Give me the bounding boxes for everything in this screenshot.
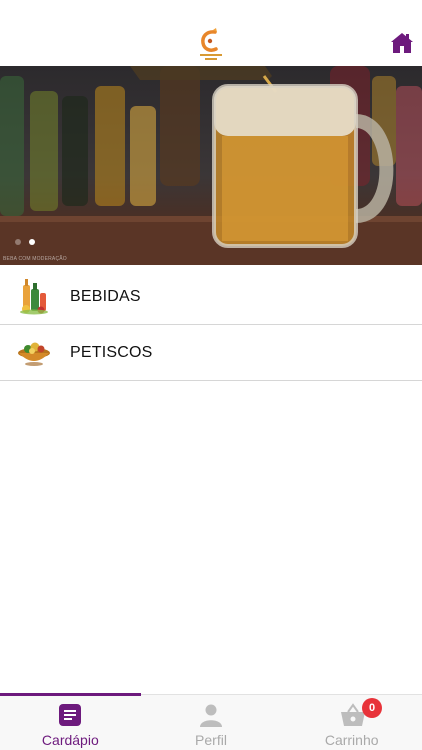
banner-watermark: BEBA COM MODERAÇÃO bbox=[3, 256, 67, 262]
category-item-bebidas[interactable]: BEBIDAS bbox=[0, 269, 422, 325]
snacks-bowl-icon bbox=[17, 335, 51, 371]
category-item-petiscos[interactable]: PETISCOS bbox=[0, 325, 422, 381]
user-icon bbox=[199, 703, 223, 727]
cart-basket-icon bbox=[340, 703, 365, 727]
tab-label: Perfil bbox=[195, 732, 227, 748]
carousel-dot-2[interactable] bbox=[29, 239, 35, 245]
home-icon bbox=[391, 33, 413, 53]
category-label: PETISCOS bbox=[70, 344, 153, 361]
beer-mug-pour-photo bbox=[0, 66, 422, 265]
active-tab-indicator bbox=[0, 693, 141, 696]
bar-logo-icon bbox=[196, 28, 226, 62]
carousel-dot-1[interactable] bbox=[15, 239, 21, 245]
bottom-tab-bar: Cardápio Perfil Carrinho bbox=[0, 693, 422, 750]
category-list: BEBIDAS PETISCOS bbox=[0, 269, 422, 381]
promo-banner-carousel[interactable]: BEBA COM MODERAÇÃO bbox=[0, 66, 422, 265]
drinks-icon bbox=[17, 279, 51, 315]
cart-count-badge: 0 bbox=[362, 698, 382, 718]
app-header bbox=[0, 0, 422, 66]
carousel-dots bbox=[15, 239, 35, 245]
tab-label: Cardápio bbox=[41, 732, 99, 748]
home-button[interactable] bbox=[390, 31, 414, 55]
tab-label: Carrinho bbox=[324, 732, 379, 748]
tab-perfil[interactable]: Perfil bbox=[141, 695, 282, 750]
category-label: BEBIDAS bbox=[70, 288, 141, 305]
tab-carrinho[interactable]: Carrinho bbox=[281, 695, 422, 750]
menu-list-icon bbox=[58, 703, 82, 727]
tab-cardapio[interactable]: Cardápio bbox=[0, 693, 141, 750]
